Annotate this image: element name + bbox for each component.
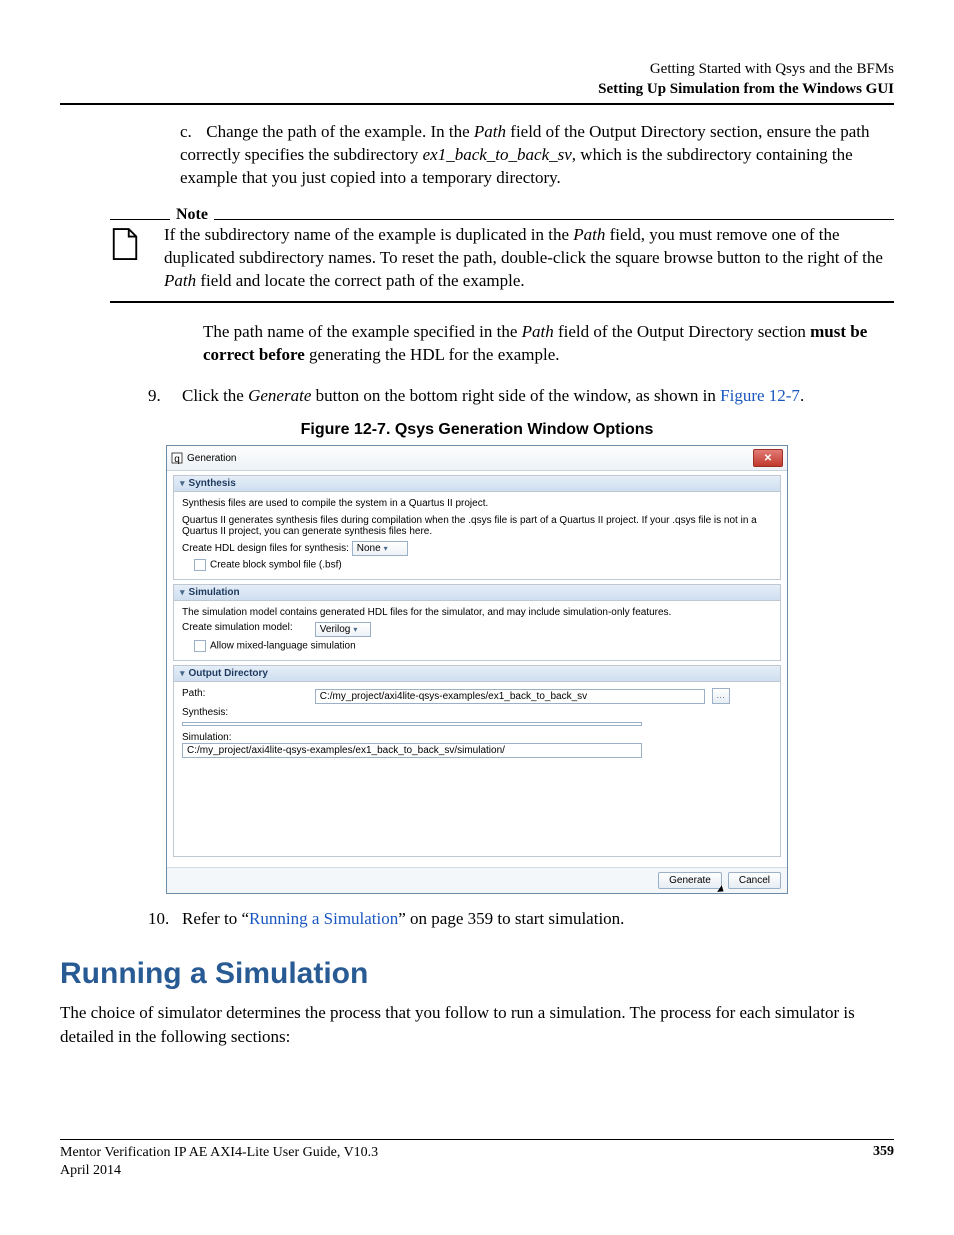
footer-doc-title: Mentor Verification IP AE AXI4-Lite User… (60, 1144, 378, 1162)
step-c-path-word: Path (474, 122, 506, 141)
step-10: 10. Refer to “Running a Simulation” on p… (148, 908, 894, 931)
header-line1: Getting Started with Qsys and the BFMs (60, 60, 894, 80)
step-10-num: 10. (148, 908, 182, 931)
note-label: Note (170, 206, 214, 224)
generation-window: q Generation ✕ ▾ Synthesis Synthesis file… (166, 445, 788, 894)
figure-ref-link[interactable]: Figure 12-7 (720, 386, 800, 405)
step-9: 9. Click the Generate button on the bott… (148, 385, 894, 408)
note-block: Note If the subdirectory name of the exa… (110, 206, 894, 303)
window-close-button[interactable]: ✕ (753, 449, 783, 467)
qsys-app-icon: q (171, 452, 183, 464)
browse-button[interactable]: … (712, 688, 730, 704)
mixed-lang-checkbox[interactable] (194, 640, 206, 652)
step-c-label: c. (180, 121, 202, 144)
step-c-text1: Change the path of the example. In the (206, 122, 474, 141)
para-after-note: The path name of the example specified i… (203, 321, 894, 367)
step-c-subdir: ex1_back_to_back_sv (423, 145, 572, 164)
chevron-down-icon: ▾ (353, 625, 357, 634)
step-c: c. Change the path of the example. In th… (180, 121, 894, 190)
body-paragraph: The choice of simulator determines the p… (60, 1001, 894, 1049)
chevron-down-icon: ▾ (384, 544, 388, 553)
running-sim-link[interactable]: Running a Simulation (249, 909, 398, 928)
cancel-button[interactable]: Cancel (728, 872, 781, 889)
twisty-icon[interactable]: ▾ (180, 478, 185, 488)
svg-text:q: q (174, 454, 180, 464)
synthesis-section: ▾ Synthesis Synthesis files are used to c… (173, 475, 781, 580)
section-heading: Running a Simulation (60, 957, 894, 991)
window-titlebar: q Generation ✕ (167, 446, 787, 471)
simulation-header: Simulation (189, 587, 240, 598)
simulation-section: ▾ Simulation The simulation model contain… (173, 584, 781, 661)
step-9-num: 9. (148, 385, 182, 408)
synth-out-value (182, 722, 642, 726)
simulation-desc: The simulation model contains generated … (182, 607, 772, 618)
twisty-icon[interactable]: ▾ (180, 587, 185, 597)
sim-out-label: Simulation: (182, 732, 312, 743)
page-number: 359 (873, 1144, 894, 1180)
running-header: Getting Started with Qsys and the BFMs S… (60, 60, 894, 99)
synthesis-desc2: Quartus II generates synthesis files dur… (182, 515, 772, 537)
header-line2: Setting Up Simulation from the Windows G… (60, 80, 894, 100)
hdl-select[interactable]: None▾ (352, 541, 408, 556)
bsf-label: Create block symbol file (.bsf) (210, 560, 342, 571)
path-input[interactable]: C:/my_project/axi4lite-qsys-examples/ex1… (315, 689, 705, 704)
header-rule (60, 103, 894, 105)
twisty-icon[interactable]: ▾ (180, 668, 185, 678)
page-footer: Mentor Verification IP AE AXI4-Lite User… (60, 1139, 894, 1180)
path-label: Path: (182, 688, 312, 699)
bsf-checkbox[interactable] (194, 559, 206, 571)
sim-model-label: Create simulation model: (182, 622, 312, 633)
synthesis-header: Synthesis (189, 478, 236, 489)
output-dir-header: Output Directory (189, 668, 268, 679)
synthesis-desc1: Synthesis files are used to compile the … (182, 498, 772, 509)
hdl-label: Create HDL design files for synthesis: (182, 543, 349, 554)
sim-model-select[interactable]: Verilog▾ (315, 622, 371, 637)
note-icon (110, 224, 154, 293)
sim-out-value: C:/my_project/axi4lite-qsys-examples/ex1… (182, 743, 642, 758)
figure-label: Figure 12-7. Qsys Generation Window Opti… (60, 421, 894, 439)
close-icon: ✕ (764, 453, 772, 464)
output-directory-section: ▾ Output Directory Path: C:/my_project/ax… (173, 665, 781, 857)
mixed-lang-label: Allow mixed-language simulation (210, 641, 356, 652)
footer-date: April 2014 (60, 1162, 378, 1180)
synth-out-label: Synthesis: (182, 707, 312, 718)
generate-button[interactable]: Generate (658, 872, 722, 889)
note-text: If the subdirectory name of the example … (154, 224, 894, 293)
window-title: Generation (187, 453, 236, 464)
